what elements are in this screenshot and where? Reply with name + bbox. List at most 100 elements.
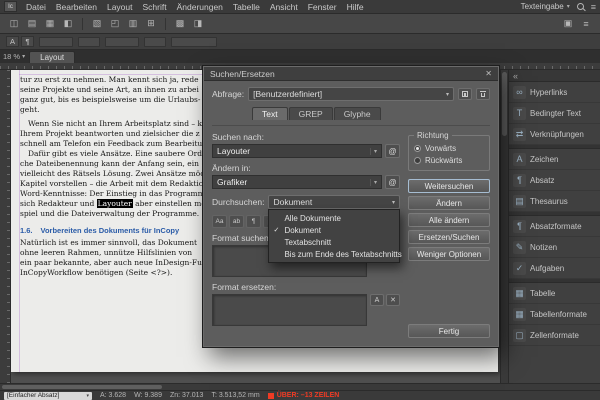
format-change-box[interactable] xyxy=(212,294,367,326)
chevron-down-icon[interactable]: ▾ xyxy=(369,147,377,155)
tab-grep[interactable]: GREP xyxy=(288,107,333,120)
tab-glyphe[interactable]: Glyphe xyxy=(333,107,381,120)
query-select[interactable]: [Benutzerdefiniert] ▾ xyxy=(248,87,454,101)
story-text[interactable]: tur zu erst zu nehmen. Man kennt sich ja… xyxy=(20,75,210,278)
vertical-scrollbar[interactable] xyxy=(500,70,508,383)
text-line: Natürlich ist es immer sinnvoll, das Dok… xyxy=(20,238,198,247)
panel-label: Absatz xyxy=(530,175,555,185)
toolbar-right-icon-1[interactable]: ▣ xyxy=(560,17,576,31)
control-widget[interactable] xyxy=(105,36,139,47)
menu-ansicht[interactable]: Ansicht xyxy=(265,2,303,12)
panel-tab-tabelle[interactable]: ▦ Tabelle xyxy=(509,283,600,304)
app-icon[interactable]: Ic xyxy=(4,1,17,12)
panel-label: Hyperlinks xyxy=(530,87,568,97)
toolbar-icon-8[interactable]: ⊞ xyxy=(143,17,159,31)
panel-menu-icon[interactable]: ≡ xyxy=(591,2,596,12)
toolbar-right-icon-2[interactable]: ≡ xyxy=(578,17,594,31)
control-widget[interactable] xyxy=(144,36,166,47)
control-mode-icon-2[interactable]: ¶ xyxy=(21,36,34,47)
menu-fenster[interactable]: Fenster xyxy=(303,2,342,12)
vertical-scroll-thumb[interactable] xyxy=(502,72,507,136)
special-chars-find-button[interactable]: @ xyxy=(385,144,400,158)
menu-anderungen[interactable]: Änderungen xyxy=(172,2,228,12)
scope-option-label: Bis zum Ende des Textabschnitts xyxy=(284,249,402,259)
panel-tab-notizen[interactable]: ✎ Notizen xyxy=(509,237,600,258)
search-icon[interactable] xyxy=(576,3,584,10)
change-input[interactable]: Grafiker ▾ xyxy=(212,175,382,189)
ersetzen-suchen-button[interactable]: Ersetzen/Suchen xyxy=(408,230,490,244)
horizontal-scrollbar[interactable] xyxy=(0,383,600,390)
dialog-title-bar[interactable]: Suchen/Ersetzen ✕ xyxy=(204,67,498,81)
menu-datei[interactable]: Datei xyxy=(21,2,51,12)
app-icon-label: Ic xyxy=(8,3,13,10)
search-option-toggle-2[interactable]: ab xyxy=(229,215,244,228)
andern-button[interactable]: Ändern xyxy=(408,196,490,210)
toolbar-icon-4[interactable]: ◧ xyxy=(60,17,76,31)
toolbar-icon-2[interactable]: ▤ xyxy=(24,17,40,31)
special-chars-change-button[interactable]: @ xyxy=(385,175,400,189)
search-option-toggle-3[interactable]: ¶ xyxy=(246,215,261,228)
zoom-level[interactable]: 18 % ▾ xyxy=(3,52,25,63)
delete-query-icon[interactable] xyxy=(476,88,490,100)
toolbar-icon-7[interactable]: ▥ xyxy=(125,17,141,31)
direction-option-vorwarts[interactable]: Vorwärts xyxy=(414,142,484,154)
menu-items: Datei Bearbeiten Layout Schrift Änderungen Ta… xyxy=(21,2,369,12)
panel-tab-thesaurus[interactable]: ▤ Thesaurus xyxy=(509,191,600,212)
scope-option-alle-dokumente[interactable]: Alle Dokumente xyxy=(269,212,399,224)
search-option-toggle-1[interactable]: Aa xyxy=(212,215,227,228)
panel-tab-zeichen[interactable]: A Zeichen xyxy=(509,149,600,170)
workspace-switcher[interactable]: Texteingabe ▾ xyxy=(521,2,570,11)
tab-text[interactable]: Text xyxy=(252,107,288,120)
menu-layout[interactable]: Layout xyxy=(102,2,138,12)
toolbar-icon-5[interactable]: ▧ xyxy=(89,17,105,31)
panel-tab-aufgaben[interactable]: ✓ Aufgaben xyxy=(509,258,600,279)
panel-tab-bedingter-text[interactable]: T Bedingter Text xyxy=(509,103,600,124)
specify-change-format-button[interactable]: A xyxy=(370,294,384,306)
scope-option-dokument[interactable]: ✓ Dokument xyxy=(269,224,399,236)
control-mode-icon-1[interactable]: A xyxy=(6,36,19,47)
panel-tab-zellenformate[interactable]: ▢ Zellenformate xyxy=(509,325,600,346)
paragraph-style-dropdown[interactable]: [Einfacher Absatz] ▾ xyxy=(4,391,92,400)
radio-icon xyxy=(414,144,421,152)
menu-tabelle[interactable]: Tabelle xyxy=(228,2,265,12)
toolbar-icon-10[interactable]: ◨ xyxy=(190,17,206,31)
save-query-icon[interactable] xyxy=(458,88,472,100)
done-button[interactable]: Fertig xyxy=(408,324,490,338)
panel-tab-hyperlinks[interactable]: ∞ Hyperlinks xyxy=(509,82,600,103)
direction-option-ruckwarts[interactable]: Rückwärts xyxy=(414,154,484,166)
alle-andern-button[interactable]: Alle ändern xyxy=(408,213,490,227)
weniger-optionen-button[interactable]: Weniger Optionen xyxy=(408,247,490,261)
dialog-main: Suchen nach: Layouter ▾ @ Ändern in: Gra… xyxy=(212,125,490,338)
horizontal-scroll-thumb[interactable] xyxy=(2,385,162,389)
direction-legend: Richtung xyxy=(417,131,449,140)
menu-bearbeiten[interactable]: Bearbeiten xyxy=(51,2,102,12)
find-input[interactable]: Layouter ▾ xyxy=(212,144,382,158)
panel-tab-absatzformate[interactable]: ¶ Absatzformate xyxy=(509,216,600,237)
vertical-ruler[interactable] xyxy=(0,70,11,383)
control-widget[interactable] xyxy=(171,36,217,47)
heading-text: Vorbereiten des Dokuments für InCopy xyxy=(40,226,180,235)
scope-option-textabschnitt[interactable]: Textabschnitt xyxy=(269,236,399,248)
toolbar-icon-3[interactable]: ▦ xyxy=(42,17,58,31)
toolbar-icon-9[interactable]: ▩ xyxy=(172,17,188,31)
weitersuchen-button[interactable]: Weitersuchen xyxy=(408,179,490,193)
text-line: Ihrem Projekt beantworten und zielsicher… xyxy=(20,129,200,138)
toolbar-icon-1[interactable]: ◫ xyxy=(6,17,22,31)
menu-schrift[interactable]: Schrift xyxy=(138,2,172,12)
clear-change-format-button[interactable]: ✕ xyxy=(386,294,400,306)
text-line: InCopyWorkflow benötigen (Seite <?>). xyxy=(20,268,173,277)
tab-layout[interactable]: Layout xyxy=(29,51,76,63)
chevron-down-icon[interactable]: ▾ xyxy=(369,178,377,186)
control-widget[interactable] xyxy=(39,36,73,47)
close-icon[interactable]: ✕ xyxy=(485,69,492,78)
menu-hilfe[interactable]: Hilfe xyxy=(342,2,369,12)
scope-option-bis-zum-ende-des-textabschnitts[interactable]: Bis zum Ende des Textabschnitts xyxy=(269,248,402,260)
panel-tab-absatz[interactable]: ¶ Absatz xyxy=(509,170,600,191)
panel-tab-verknupfungen[interactable]: ⇄ Verknüpfungen xyxy=(509,124,600,145)
dock-collapse-button[interactable]: « xyxy=(509,70,600,82)
panel-tab-tabellenformate[interactable]: ▦ Tabellenformate xyxy=(509,304,600,325)
search-scope-select[interactable]: Dokument ▾ Alle Dokumente ✓ Dokument Textab… xyxy=(268,195,402,263)
verknupfungen-icon: ⇄ xyxy=(513,127,526,141)
control-widget[interactable] xyxy=(78,36,100,47)
toolbar-icon-6[interactable]: ◰ xyxy=(107,17,123,31)
